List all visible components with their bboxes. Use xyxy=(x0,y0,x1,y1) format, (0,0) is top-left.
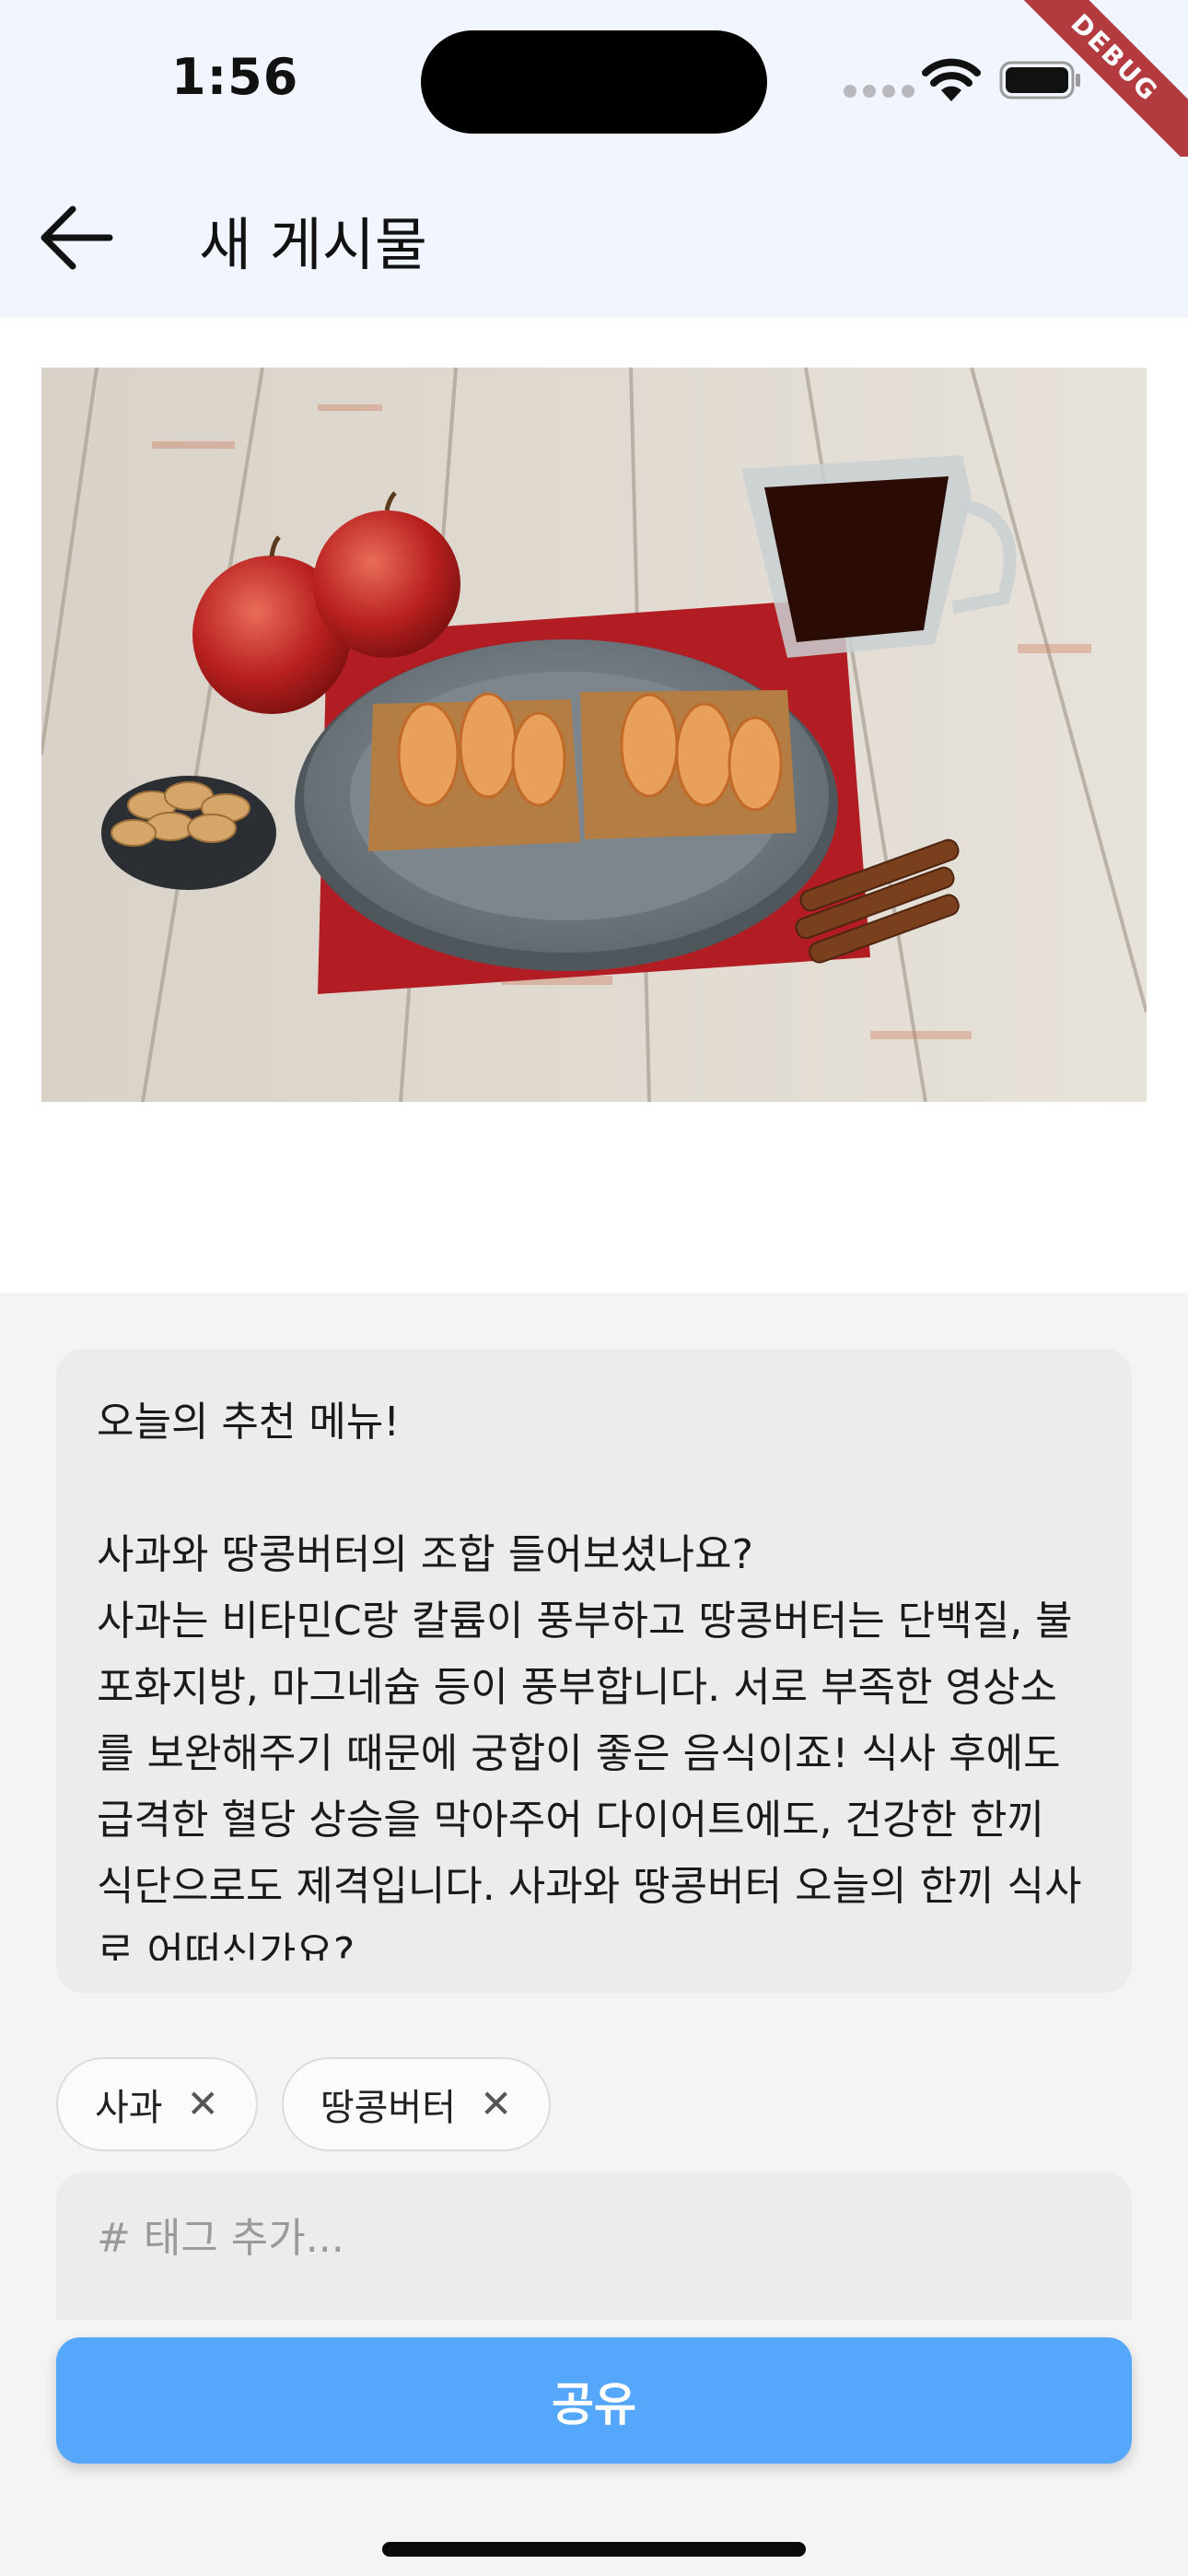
close-icon[interactable]: ✕ xyxy=(187,2085,219,2124)
post-photo[interactable] xyxy=(41,368,1147,1102)
post-image-area xyxy=(0,318,1188,1293)
share-button-label: 공유 xyxy=(552,2377,636,2431)
tag-chip-label: 땅콩버터 xyxy=(320,2087,457,2129)
status-bar: 1:56 DEBUG xyxy=(0,0,1188,182)
home-indicator[interactable] xyxy=(382,2542,806,2557)
dynamic-island xyxy=(421,30,767,134)
wifi-icon xyxy=(922,58,981,101)
tag-chip-label: 사과 xyxy=(95,2087,163,2129)
battery-icon xyxy=(999,61,1080,100)
tag-chip-list: 사과 ✕ 땅콩버터 ✕ xyxy=(56,2057,552,2151)
page-title: 새 게시물 xyxy=(199,211,427,278)
food-photo-illustration xyxy=(41,368,1147,1102)
tag-chip[interactable]: 사과 ✕ xyxy=(56,2057,258,2151)
new-post-screen: 1:56 DEBUG 새 게시물 오늘의 추천 메뉴! 사과와 땅콩버터의 조합… xyxy=(0,0,1188,2576)
tag-input-container xyxy=(56,2172,1132,2320)
post-form: 오늘의 추천 메뉴! 사과와 땅콩버터의 조합 들어보셨나요? 사과는 비타민C… xyxy=(0,1293,1188,2576)
tag-input[interactable] xyxy=(97,2206,1091,2270)
app-bar: 새 게시물 xyxy=(0,157,1188,318)
arrow-left-icon xyxy=(41,205,113,270)
status-time: 1:56 xyxy=(171,48,299,106)
tag-chip[interactable]: 땅콩버터 ✕ xyxy=(281,2057,552,2151)
cellular-signal-icon xyxy=(844,85,914,98)
caption-field[interactable]: 오늘의 추천 메뉴! 사과와 땅콩버터의 조합 들어보셨나요? 사과는 비타민C… xyxy=(56,1349,1132,1993)
back-button[interactable] xyxy=(29,192,122,284)
share-button[interactable]: 공유 xyxy=(56,2337,1132,2464)
close-icon[interactable]: ✕ xyxy=(480,2085,512,2124)
caption-text[interactable]: 오늘의 추천 메뉴! 사과와 땅콩버터의 조합 들어보셨나요? 사과는 비타민C… xyxy=(97,1389,1091,1961)
